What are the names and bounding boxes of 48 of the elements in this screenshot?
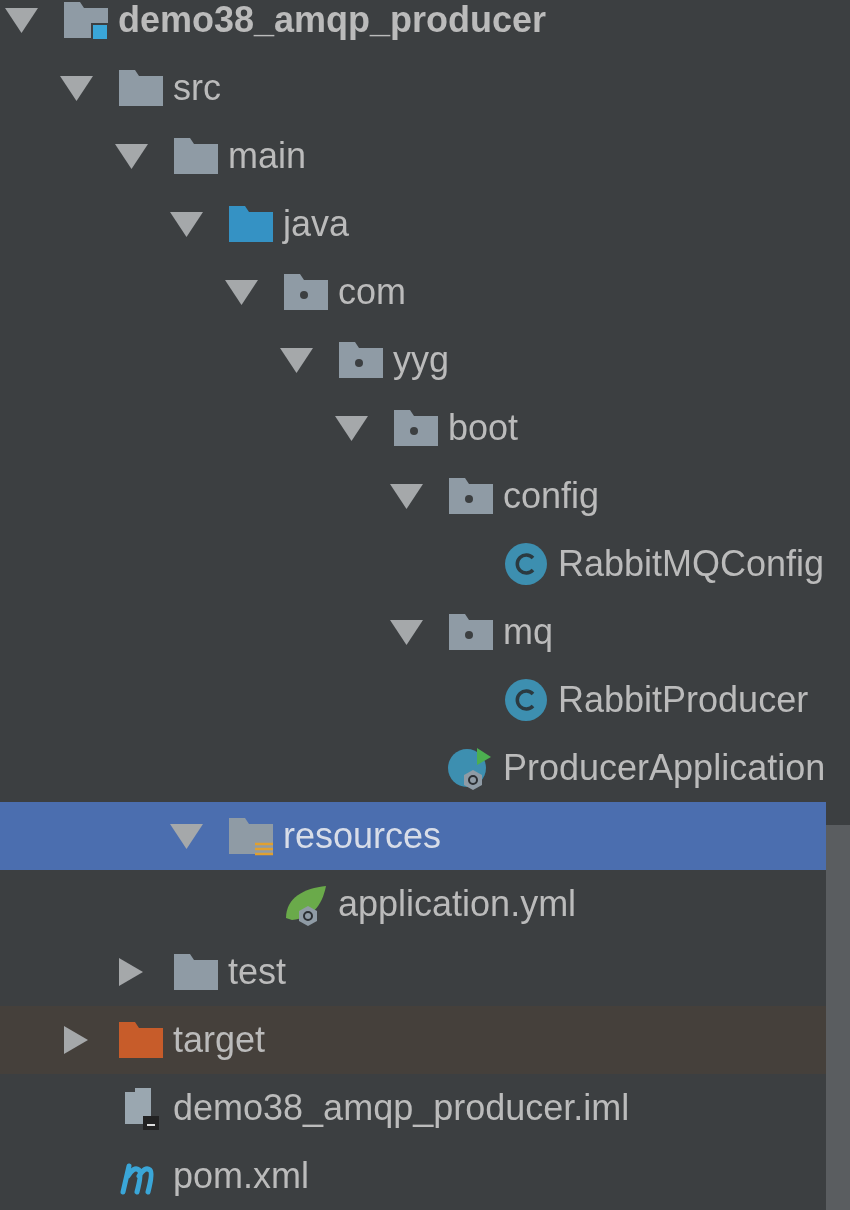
tree-row[interactable]: config (0, 462, 826, 530)
collapse-arrow-icon[interactable] (390, 482, 423, 510)
tree-row[interactable]: src (0, 54, 826, 122)
tree-item-label: java (283, 203, 350, 245)
collapse-arrow-icon[interactable] (280, 346, 313, 374)
tree-row[interactable]: pom.xml (0, 1142, 826, 1210)
tree-item-label: ProducerApplication (503, 747, 826, 789)
tree-row[interactable]: RabbitMQConfig (0, 530, 826, 598)
tree-item-label: com (338, 271, 406, 313)
tree-row[interactable]: resources (0, 802, 826, 870)
tree-row[interactable]: ProducerApplication (0, 734, 826, 802)
tree-row[interactable]: demo38_amqp_producer (0, 0, 826, 54)
collapse-arrow-icon[interactable] (335, 414, 368, 442)
tree-row[interactable]: mq (0, 598, 826, 666)
tree-item-label: test (228, 951, 287, 993)
tree-item-label: pom.xml (173, 1155, 310, 1197)
class-icon (502, 678, 550, 722)
tree-row[interactable]: demo38_amqp_producer.iml (0, 1074, 826, 1142)
tree-row[interactable]: target (0, 1006, 826, 1074)
collapse-arrow-icon[interactable] (225, 278, 258, 306)
tree-item-label: yyg (393, 339, 450, 381)
tree-row[interactable]: application.yml (0, 870, 826, 938)
tree-item-label: mq (503, 611, 553, 653)
collapse-arrow-icon[interactable] (5, 6, 38, 34)
tree-item-label: RabbitMQConfig (558, 543, 825, 585)
collapse-arrow-icon[interactable] (390, 618, 423, 646)
tree-row[interactable]: boot (0, 394, 826, 462)
scrollbar-thumb[interactable] (826, 825, 850, 1210)
tree-item-label: demo38_amqp_producer (118, 0, 547, 41)
collapse-arrow-icon[interactable] (115, 142, 148, 170)
tree-item-label: target (173, 1019, 266, 1061)
class-icon (502, 542, 550, 586)
tree-row[interactable]: main (0, 122, 826, 190)
tree-row[interactable]: test (0, 938, 826, 1006)
tree-item-label: application.yml (338, 883, 577, 925)
tree-item-label: config (503, 475, 600, 517)
tree-item-label: main (228, 135, 307, 177)
tree-item-label: RabbitProducer (558, 679, 809, 721)
collapse-arrow-icon[interactable] (60, 74, 93, 102)
tree-item-label: demo38_amqp_producer.iml (173, 1087, 630, 1129)
tree-row[interactable]: java (0, 190, 826, 258)
tree-item-label: src (173, 67, 221, 109)
tree-row[interactable]: yyg (0, 326, 826, 394)
tree-row[interactable]: com (0, 258, 826, 326)
tree-item-label: boot (448, 407, 519, 449)
tree-item-label: resources (283, 815, 442, 857)
tree-row[interactable]: RabbitProducer (0, 666, 826, 734)
collapse-arrow-icon[interactable] (170, 210, 203, 238)
